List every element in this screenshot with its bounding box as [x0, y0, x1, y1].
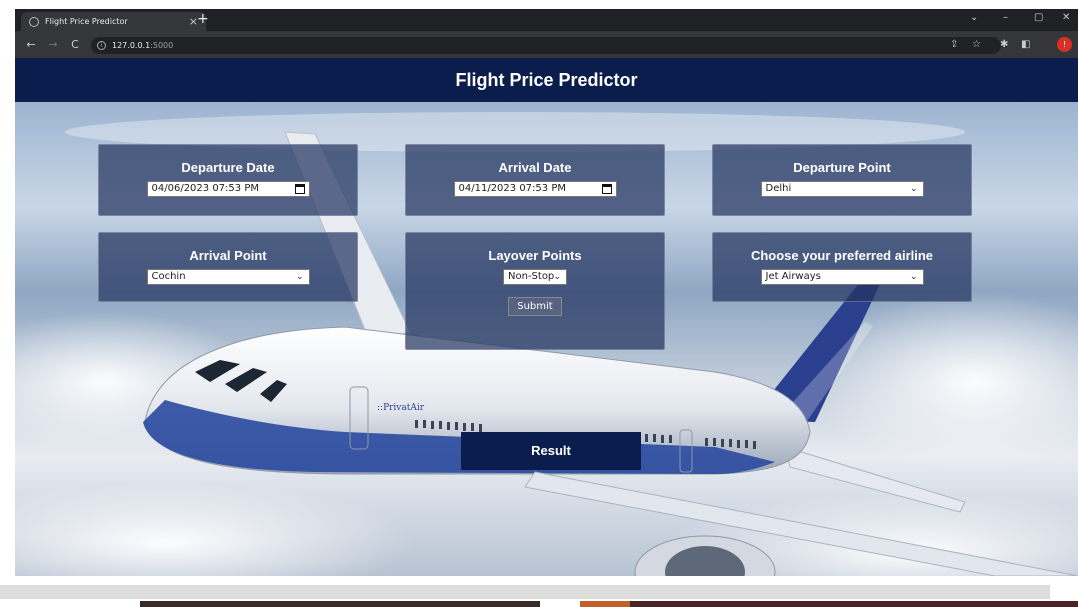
bookmark-star-icon[interactable]: ☆ [972, 39, 981, 50]
url-port: :5000 [150, 41, 174, 50]
window-close-icon[interactable]: ✕ [1062, 12, 1070, 23]
departure-date-value: 04/06/2023 07:53 PM [151, 183, 259, 194]
layover-card: Layover Points Non-Stop ⌄ Submit [405, 232, 665, 350]
arrival-point-label: Arrival Point [189, 248, 267, 263]
extensions-icon[interactable]: ✱ [1000, 39, 1008, 50]
airline-select[interactable]: Jet Airways ⌄ [760, 269, 924, 285]
airline-value: Jet Airways [765, 271, 821, 282]
departure-point-card: Departure Point Delhi ⌄ [712, 144, 972, 216]
chevron-down-icon: ⌄ [909, 184, 918, 194]
new-tab-button[interactable]: + [197, 11, 209, 27]
share-icon[interactable]: ⇪ [950, 39, 958, 50]
site-info-icon[interactable]: i [97, 41, 106, 50]
tab-title: Flight Price Predictor [45, 17, 128, 26]
taskbar-thumbnail [580, 601, 630, 607]
arrival-point-select[interactable]: Cochin ⌄ [146, 269, 310, 285]
reload-icon[interactable]: C [69, 38, 81, 51]
layover-select[interactable]: Non-Stop ⌄ [503, 269, 567, 285]
globe-icon [29, 16, 39, 27]
chevron-down-icon: ⌄ [295, 272, 304, 282]
arrival-date-card: Arrival Date 04/11/2023 07:53 PM [405, 144, 665, 216]
taskbar-thumbnail [630, 601, 1078, 607]
forward-icon[interactable]: → [47, 38, 59, 51]
browser-toolbar: ← → C i 127.0.0.1:5000 ⇪ ☆ ✱ ◧ ! ⋮ [15, 31, 1078, 58]
layover-label: Layover Points [488, 248, 582, 263]
bottom-scroll-area [0, 584, 1078, 607]
calendar-icon[interactable] [601, 184, 612, 194]
livery-text: ::PrivatAir [377, 403, 425, 413]
arrival-date-value: 04/11/2023 07:53 PM [458, 183, 566, 194]
departure-date-input[interactable]: 04/06/2023 07:53 PM [146, 181, 310, 197]
maximize-icon[interactable]: ▢ [1034, 12, 1043, 23]
calendar-icon[interactable] [294, 184, 305, 194]
arrival-date-input[interactable]: 04/11/2023 07:53 PM [453, 181, 617, 197]
layover-value: Non-Stop [508, 271, 555, 282]
arrival-date-label: Arrival Date [498, 160, 572, 175]
arrival-point-value: Cochin [151, 271, 186, 282]
page-title: Flight Price Predictor [15, 58, 1078, 102]
tab-search-icon[interactable]: ⌄ [970, 12, 978, 23]
browser-tab-bar: Flight Price Predictor × + ⌄ – ▢ ✕ [15, 9, 1078, 31]
taskbar-thumbnail [140, 601, 540, 607]
departure-point-label: Departure Point [793, 160, 891, 175]
submit-button[interactable]: Submit [508, 297, 562, 316]
airline-label: Choose your preferred airline [750, 248, 934, 263]
profile-avatar[interactable]: ! [1057, 37, 1072, 52]
airline-card: Choose your preferred airline Jet Airway… [712, 232, 972, 302]
address-bar[interactable]: i 127.0.0.1:5000 [91, 37, 1001, 54]
back-icon[interactable]: ← [25, 38, 37, 51]
result-panel: Result [461, 432, 641, 470]
side-panel-icon[interactable]: ◧ [1021, 39, 1030, 50]
chevron-down-icon: ⌄ [553, 272, 561, 282]
departure-date-label: Departure Date [181, 160, 275, 175]
departure-point-value: Delhi [765, 183, 792, 194]
arrival-point-card: Arrival Point Cochin ⌄ [98, 232, 358, 302]
minimize-icon[interactable]: – [1003, 12, 1008, 23]
horizontal-scrollbar[interactable] [0, 585, 1050, 599]
url-host: 127.0.0.1 [112, 41, 151, 50]
hero-background: ::PrivatAir Departure Date 04/06/2023 07… [15, 102, 1078, 576]
departure-point-select[interactable]: Delhi ⌄ [760, 181, 924, 197]
browser-tab[interactable]: Flight Price Predictor × [21, 12, 206, 31]
chevron-down-icon: ⌄ [909, 272, 918, 282]
departure-date-card: Departure Date 04/06/2023 07:53 PM [98, 144, 358, 216]
